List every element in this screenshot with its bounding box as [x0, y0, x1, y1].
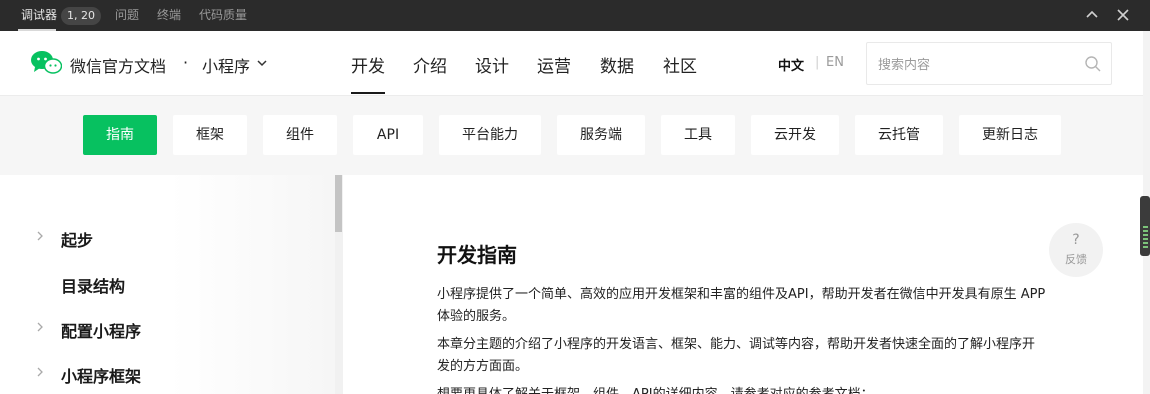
reference-paragraph: 想要更具体了解关于框架、组件、API的详细内容，请参考对应的参考文档：	[437, 384, 1047, 394]
lang-english[interactable]: EN	[826, 55, 844, 70]
site-header: 微信官方文档 · 小程序 开发 介绍 设计 运营 数据 社区 中文 | EN	[0, 31, 1143, 96]
nav-intro[interactable]: 介绍	[413, 52, 447, 77]
wechat-logo-icon[interactable]	[30, 49, 62, 75]
chevron-right-icon	[37, 367, 43, 377]
product-switcher[interactable]: 小程序	[202, 53, 250, 77]
sidebar-item-getting-started[interactable]: 起步	[0, 223, 300, 253]
problem-count-badge: 1, 20	[61, 7, 101, 25]
sidebar-scrollbar-thumb[interactable]	[335, 175, 342, 232]
category-framework[interactable]: 框架	[173, 115, 247, 155]
category-server[interactable]: 服务端	[557, 115, 645, 155]
intro-paragraph: 小程序提供了一个简单、高效的应用开发框架和丰富的组件及API，帮助开发者在微信中…	[437, 287, 1046, 324]
category-cloud-hosting[interactable]: 云托管	[855, 115, 943, 155]
sidebar-item-label: 小程序框架	[61, 367, 142, 386]
sidebar-item-label: 配置小程序	[61, 322, 142, 341]
chevron-right-icon	[37, 322, 43, 332]
sidebar-item-directory[interactable]: 目录结构	[0, 269, 300, 299]
main-content: 开发指南 小程序提供了一个简单、高效的应用开发框架和丰富的组件及API，帮助开发…	[343, 175, 1143, 394]
tab-debugger[interactable]: 调试器	[21, 0, 57, 31]
tab-terminal[interactable]: 终端	[157, 0, 181, 31]
feedback-button[interactable]: ? 反馈	[1049, 223, 1103, 277]
sidebar-item-framework[interactable]: 小程序框架	[0, 359, 300, 389]
nav-design[interactable]: 设计	[475, 52, 509, 77]
nav-operations[interactable]: 运营	[537, 52, 571, 77]
sidebar-item-label: 目录结构	[61, 277, 126, 296]
category-cloud-dev[interactable]: 云开发	[751, 115, 839, 155]
category-components[interactable]: 组件	[263, 115, 337, 155]
category-api[interactable]: API	[353, 115, 423, 155]
sidebar-item-config[interactable]: 配置小程序	[0, 314, 300, 344]
drag-handle[interactable]	[1140, 196, 1150, 256]
chevron-up-icon[interactable]	[1083, 6, 1101, 24]
chevron-down-icon[interactable]	[256, 57, 268, 69]
tab-code-quality[interactable]: 代码质量	[199, 0, 247, 31]
overview-paragraph: 本章分主题的介绍了小程序的开发语言、框架、能力、调试等内容，帮助开发者快速全面的…	[437, 337, 1036, 374]
lang-divider: |	[815, 55, 820, 70]
sidebar-item-label: 起步	[61, 231, 94, 250]
lang-chinese[interactable]: 中文	[778, 55, 804, 74]
category-bar: 指南 框架 组件 API 平台能力 服务端 工具 云开发 云托管 更新日志	[0, 96, 1143, 175]
search-input[interactable]	[876, 54, 1080, 76]
title-separator: ·	[183, 53, 189, 72]
nav-community[interactable]: 社区	[663, 52, 697, 77]
search-box[interactable]	[866, 42, 1112, 85]
tab-issues[interactable]: 问题	[115, 0, 139, 31]
search-icon[interactable]	[1084, 55, 1102, 73]
sidebar: 起步 目录结构 配置小程序 小程序框架	[0, 175, 343, 394]
page-title: 开发指南	[437, 243, 517, 267]
devtools-bar: 调试器 1, 20 问题 终端 代码质量	[0, 0, 1150, 31]
chevron-right-icon	[37, 231, 43, 241]
nav-develop[interactable]: 开发	[351, 52, 385, 94]
close-icon[interactable]	[1114, 6, 1132, 24]
help-icon: ?	[1072, 232, 1080, 248]
category-changelog[interactable]: 更新日志	[959, 115, 1061, 155]
feedback-label: 反馈	[1065, 253, 1087, 266]
site-title[interactable]: 微信官方文档	[70, 53, 166, 77]
category-tools[interactable]: 工具	[661, 115, 735, 155]
category-platform[interactable]: 平台能力	[439, 115, 541, 155]
nav-data[interactable]: 数据	[600, 52, 634, 77]
category-guide[interactable]: 指南	[83, 115, 157, 155]
